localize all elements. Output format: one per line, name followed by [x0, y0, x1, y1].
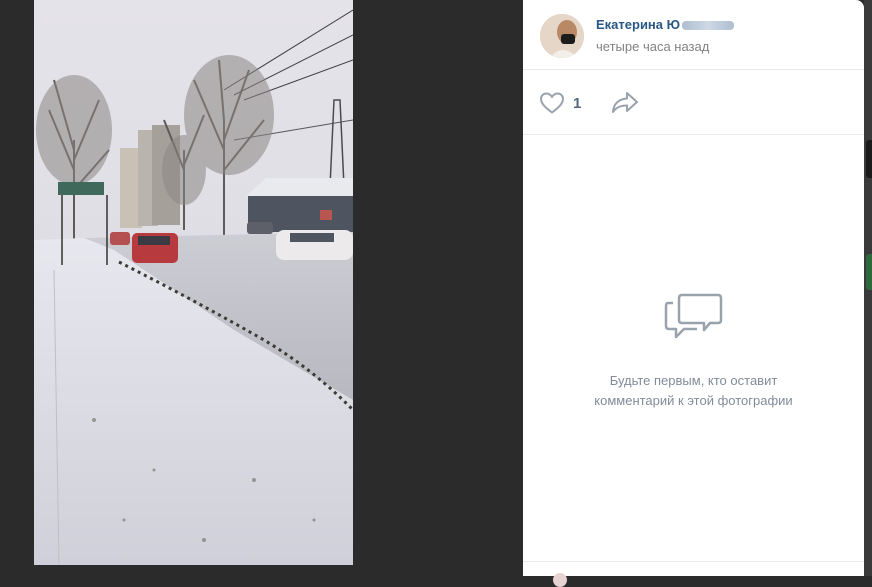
like-button[interactable]: 1 — [539, 90, 581, 116]
post-header: Екатерина Ю четыре часа назад — [523, 0, 864, 70]
photo-viewer[interactable] — [0, 0, 523, 576]
empty-comments-text: Будьте первым, кто оставит комментарий к… — [543, 371, 844, 411]
current-user-avatar — [553, 573, 567, 587]
background-page-element — [866, 140, 872, 178]
avatar[interactable] — [540, 14, 584, 58]
post-time[interactable]: четыре часа назад — [596, 39, 709, 54]
comment-bubbles-icon — [664, 293, 723, 339]
share-arrow-icon — [612, 92, 638, 113]
share-button[interactable] — [610, 90, 640, 116]
post-side-panel: Екатерина Ю четыре часа назад 1 Будьте п… — [523, 0, 864, 587]
post-actions: 1 — [523, 70, 864, 135]
comment-input-area[interactable] — [523, 561, 864, 587]
photo[interactable] — [34, 0, 353, 565]
author-name-blur — [682, 21, 735, 31]
heart-icon — [539, 92, 565, 114]
empty-comments-line2: комментарий к этой фотографии — [594, 393, 793, 408]
like-count: 1 — [573, 94, 582, 112]
author-name-text[interactable]: Екатерина Ю — [596, 17, 680, 32]
comments-empty-state: Будьте первым, кто оставит комментарий к… — [523, 135, 864, 561]
author-name[interactable]: Екатерина Ю — [596, 17, 735, 32]
empty-comments-line1: Будьте первым, кто оставит — [609, 373, 778, 388]
background-page-element — [866, 254, 872, 290]
photo-image — [34, 0, 353, 565]
